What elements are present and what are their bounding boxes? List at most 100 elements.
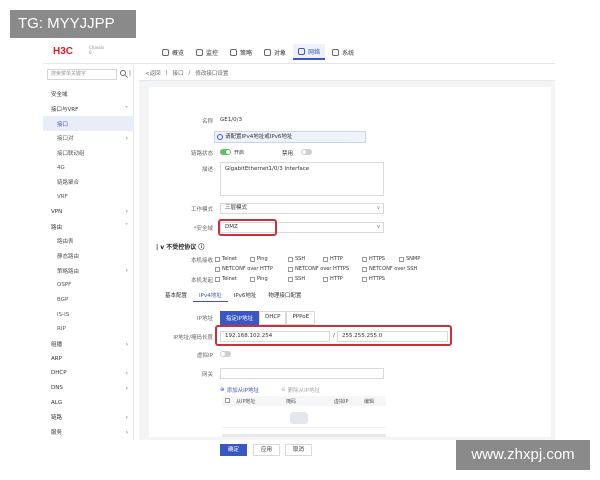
protocol-checkbox[interactable]: SSH [288,256,305,262]
sidebar-item[interactable]: 接口 [43,116,134,132]
protocol-label: Ping [257,256,268,262]
chevron-right-icon: › [125,428,128,436]
nav-system[interactable]: 系统 [327,44,359,60]
sidebar-item-label: 策略路由 [57,268,80,275]
apply-button[interactable]: 应用 [253,444,280,456]
disable-toggle[interactable] [301,149,312,155]
sidebar-item[interactable]: 路由表 [43,234,134,249]
protocol-checkbox[interactable]: HTTP [323,276,343,282]
sidebar-item[interactable]: RIP [43,322,134,337]
zone-highlight-box [218,219,277,236]
collapse-icon[interactable]: | [129,70,131,77]
protocol-checkbox[interactable]: HTTPS [362,256,385,262]
ip-mask-label: IP地址/掩码长度 [173,335,213,341]
checkbox-icon [323,276,328,282]
checkbox-icon [288,256,293,262]
mode-static-ip[interactable]: 指定IP地址 [220,311,259,325]
checkbox-icon [250,256,255,262]
sidebar-item[interactable]: IS-IS [43,307,134,322]
sidebar-item-label: 路由 [51,224,63,231]
select-all-checkbox[interactable] [222,397,236,405]
link-status-toggle-on[interactable] [220,149,231,155]
sidebar-item[interactable]: VRF [43,190,134,205]
work-mode-select[interactable]: 三层模式 v [220,203,384,214]
sidebar-item[interactable]: 路由 ˅ [43,219,134,234]
mode-dhcp[interactable]: DHCP [258,311,287,325]
protocol-checkbox[interactable]: Ping [250,256,268,262]
sidebar-item-label: VRF [57,194,68,201]
nav-policy[interactable]: 策略 [225,44,257,60]
sidebar-item[interactable]: 链路 › [43,410,134,425]
main-content: <返回 | 接口 / 修改接口设置 名称 GE1/0/3 请配置IPv4地址或I… [139,65,555,456]
nav-network[interactable]: 网络 [293,44,326,60]
protocol-checkbox[interactable]: Telnet [215,256,237,262]
sidebar-item-label: 服务 [51,430,63,437]
sidebar-item-label: 接口对 [57,136,74,143]
sidebar-item[interactable]: VPN › [43,205,134,220]
tab-physical[interactable]: 物理接口配置 [262,289,307,302]
menu-search-input[interactable]: 搜索菜单关键字 [47,69,117,80]
ip-mode-selector: 指定IP地址 DHCP PPPoE [220,311,316,325]
sidebar-item[interactable]: 接口联动组 [43,146,134,161]
overview-icon [162,48,169,56]
delete-slave-ip-button[interactable]: ⊖ 删除从IP地址 [281,386,320,394]
sidebar-item[interactable]: 链路聚合 [43,175,134,190]
protocol-label: SSH [295,256,306,262]
sidebar-item-label: OSPF [57,282,72,289]
app-window: H3C Chassis 0 概览 监控 策略 对象 网络 系统 搜索菜单关键字 |… [43,40,555,456]
checkbox-icon [362,256,367,262]
protocol-checkbox[interactable]: Ping [250,276,268,282]
sidebar-item-label: 接口 [57,121,69,128]
breadcrumb-interface[interactable]: 接口 [172,69,183,77]
protocol-checkbox[interactable]: HTTP [323,256,343,262]
ip-config-alert: 请配置IPv4地址或IPv6地址 [214,131,366,143]
protocol-checkbox[interactable]: HTTPS [362,276,385,282]
ok-button[interactable]: 确定 [220,444,247,456]
sidebar-item[interactable]: 接口对 › [43,131,134,146]
sidebar-item[interactable]: 静态路由 [43,249,134,264]
sidebar-item[interactable]: BGP [43,293,134,308]
sidebar-item[interactable]: ARP [43,351,134,366]
sidebar-item[interactable]: 接口与VRF ˅ [43,102,134,117]
sidebar-item[interactable]: 组播 › [43,337,134,352]
system-icon [332,48,340,56]
sidebar-item[interactable]: DNS › [43,381,134,396]
name-value: GE1/0/3 [220,117,242,123]
gateway-input[interactable] [220,368,384,379]
sidebar-item-label: ARP [51,355,62,362]
nav-object[interactable]: 对象 [259,44,291,60]
protocol-checkbox[interactable]: NETCONF over HTTPS [288,266,349,272]
cancel-button[interactable]: 取消 [285,444,312,456]
mode-pppoe[interactable]: PPPoE [286,311,316,325]
policy-icon [230,48,238,56]
info-icon [217,134,223,140]
protocol-checkbox[interactable]: NETCONF over HTTP [215,266,273,272]
table-scrollbar[interactable] [222,434,386,437]
top-bar: H3C Chassis 0 概览 监控 策略 对象 网络 系统 [43,40,555,64]
chevron-right-icon: › [125,208,128,216]
sidebar-item[interactable]: 安全域 [43,87,134,102]
sidebar-item[interactable]: 4G [43,160,134,175]
add-slave-ip-button[interactable]: ⊕ 添加从IP地址 [220,386,259,394]
back-link[interactable]: <返回 [145,69,161,77]
nav-monitor[interactable]: 监控 [191,44,223,60]
description-field[interactable]: GigabitEthernet1/0/3 Interface [220,162,384,196]
protocol-label: HTTP [330,276,343,282]
protocol-checkbox[interactable]: Telnet [215,276,237,282]
search-icon[interactable] [120,70,126,76]
virtual-ip-toggle[interactable] [220,351,231,357]
tab-basic[interactable]: 基本配置 [159,289,193,302]
tab-ipv4[interactable]: IPv4地址 [193,289,228,302]
protocol-checkbox[interactable]: NETCONF over SSH [362,266,417,272]
nav-overview[interactable]: 概览 [157,44,189,60]
sidebar-item-label: 接口联动组 [57,151,85,158]
tab-ipv6[interactable]: IPv6地址 [228,289,263,302]
protocol-checkbox[interactable]: SSH [288,276,305,282]
sidebar-item[interactable]: OSPF [43,278,134,293]
sidebar-item[interactable]: ALG [43,395,134,410]
sidebar-item[interactable]: DHCP › [43,366,134,381]
sidebar-item[interactable]: 策略路由 › [43,263,134,278]
slave-ip-table: 从IP地址 掩码 虚拟IP 编辑 [222,396,386,428]
sidebar-item[interactable]: 服务 › [43,425,134,440]
protocol-checkbox[interactable]: SNMP [399,256,420,262]
